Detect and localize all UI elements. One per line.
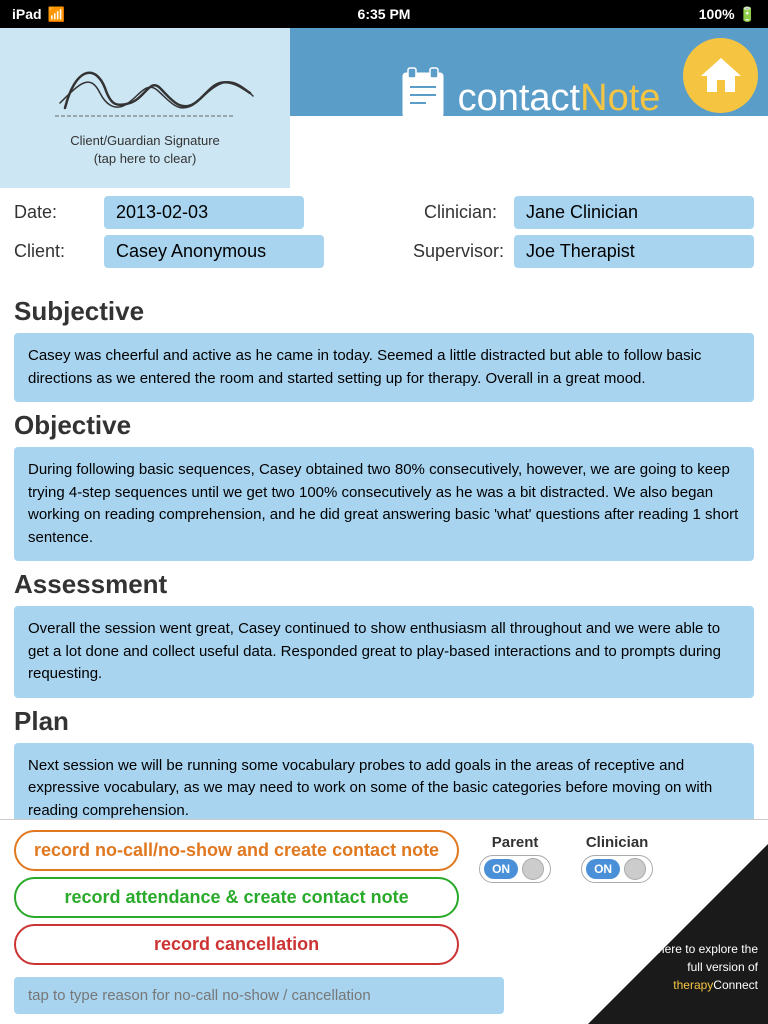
logo-icon: [398, 65, 448, 131]
logo-area: contactNote: [290, 28, 768, 188]
toggle-section: Parent ON Clinician ON: [479, 830, 653, 883]
objective-header: Objective: [14, 410, 754, 441]
record-attendance-button[interactable]: record attendance & create contact note: [14, 877, 459, 918]
watermark-line3: therapyConnect: [628, 976, 758, 994]
supervisor-field[interactable]: Joe Therapist: [514, 235, 754, 268]
wifi-icon: 📶: [48, 6, 65, 23]
signature-text: Client/Guardian Signature: [70, 132, 220, 150]
soap-section: Subjective Casey was cheerful and active…: [0, 282, 768, 846]
clinician-label: Clinician:: [424, 202, 504, 223]
form-row-client: Client: Casey Anonymous Supervisor: Joe …: [14, 235, 754, 268]
cancellation-input[interactable]: tap to type reason for no-call no-show /…: [14, 977, 504, 1014]
clinician-toggle-label: Clinician: [586, 834, 649, 851]
logo-content: contactNote: [398, 65, 661, 131]
assessment-header: Assessment: [14, 569, 754, 600]
parent-toggle-group: Parent ON: [479, 834, 551, 883]
form-row-date: Date: 2013-02-03 Clinician: Jane Clinici…: [14, 196, 754, 229]
clinician-field[interactable]: Jane Clinician: [514, 196, 754, 229]
clinician-toggle-thumb: [624, 858, 646, 880]
date-label: Date:: [14, 202, 94, 223]
supervisor-label: Supervisor:: [413, 241, 504, 262]
clinician-toggle-group: Clinician ON: [581, 834, 653, 883]
main-content: Client/Guardian Signature (tap here to c…: [0, 28, 768, 848]
client-field[interactable]: Casey Anonymous: [104, 235, 324, 268]
logo-note: Note: [580, 77, 660, 119]
assessment-content[interactable]: Overall the session went great, Casey co…: [14, 606, 754, 698]
logo-text: contactNote: [458, 77, 661, 120]
battery-label: 100%: [699, 6, 735, 22]
parent-toggle-on[interactable]: ON: [484, 859, 518, 879]
clinician-toggle-on[interactable]: ON: [586, 859, 620, 879]
parent-toggle-thumb: [522, 858, 544, 880]
parent-toggle[interactable]: ON: [479, 855, 551, 883]
objective-content[interactable]: During following basic sequences, Casey …: [14, 447, 754, 561]
form-section: Date: 2013-02-03 Clinician: Jane Clinici…: [0, 188, 768, 282]
date-field[interactable]: 2013-02-03: [104, 196, 304, 229]
status-left: iPad 📶: [12, 6, 65, 23]
plan-header: Plan: [14, 706, 754, 737]
record-cancellation-button[interactable]: record cancellation: [14, 924, 459, 965]
clinician-toggle[interactable]: ON: [581, 855, 653, 883]
battery-icon: 🔋: [739, 6, 756, 23]
ipad-label: iPad: [12, 6, 42, 22]
form-row-supervisor: Supervisor: Joe Therapist: [413, 235, 754, 268]
bottom-row: record no-call/no-show and create contac…: [14, 830, 754, 971]
parent-toggle-label: Parent: [492, 834, 539, 851]
watermark-connect: Connect: [713, 978, 758, 992]
no-call-button[interactable]: record no-call/no-show and create contac…: [14, 830, 459, 871]
signature-svg: [35, 48, 255, 128]
signature-label: Client/Guardian Signature (tap here to c…: [70, 132, 220, 168]
watermark-therapy: therapy: [673, 978, 713, 992]
signature-hint: (tap here to clear): [70, 150, 220, 168]
action-buttons: record no-call/no-show and create contac…: [14, 830, 459, 971]
home-button[interactable]: [683, 38, 758, 113]
logo-contact: contact: [458, 77, 581, 119]
status-right: 100% 🔋: [699, 6, 756, 23]
subjective-header: Subjective: [14, 296, 754, 327]
header: Client/Guardian Signature (tap here to c…: [0, 28, 768, 188]
signature-area[interactable]: Client/Guardian Signature (tap here to c…: [0, 28, 290, 188]
status-bar: iPad 📶 6:35 PM 100% 🔋: [0, 0, 768, 28]
form-row-clinician: Clinician: Jane Clinician: [424, 196, 754, 229]
time-display: 6:35 PM: [358, 6, 411, 22]
client-label: Client:: [14, 241, 94, 262]
subjective-content[interactable]: Casey was cheerful and active as he came…: [14, 333, 754, 402]
